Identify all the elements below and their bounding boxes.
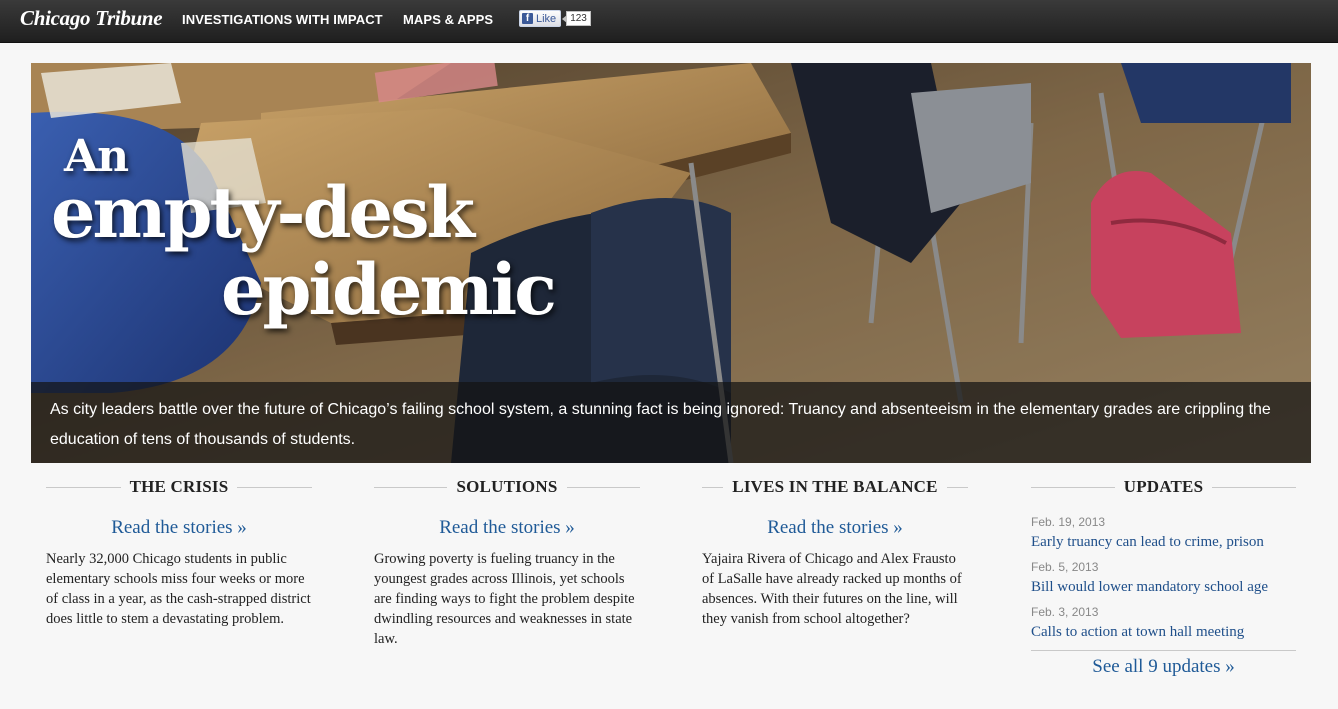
nav-link-investigations[interactable]: INVESTIGATIONS WITH IMPACT: [182, 12, 383, 27]
update-date: Feb. 3, 2013: [1031, 605, 1099, 619]
section-title: LIVES IN THE BALANCE: [723, 477, 947, 496]
section-title: UPDATES: [1114, 477, 1213, 496]
nav-link-maps-apps[interactable]: MAPS & APPS: [403, 12, 493, 27]
facebook-like-button[interactable]: f Like: [519, 10, 562, 27]
facebook-like-widget: f Like 123: [519, 10, 591, 27]
update-link[interactable]: Calls to action at town hall meeting: [1031, 623, 1296, 641]
read-stories-link[interactable]: Read the stories »: [374, 517, 640, 539]
section-lives-in-the-balance: LIVES IN THE BALANCE Read the stories » …: [702, 477, 968, 629]
see-all-updates-link[interactable]: See all 9 updates »: [1031, 656, 1296, 678]
update-date: Feb. 19, 2013: [1031, 515, 1106, 529]
update-link[interactable]: Early truancy can lead to crime, prison: [1031, 533, 1296, 551]
list-item: Feb. 5, 2013 Bill would lower mandatory …: [1031, 560, 1296, 596]
section-heading: SOLUTIONS: [374, 477, 640, 499]
list-item: Feb. 3, 2013 Calls to action at town hal…: [1031, 605, 1296, 641]
facebook-like-count: 123: [562, 11, 591, 26]
divider: [1031, 650, 1296, 651]
headline-line-2: empty-desk: [51, 171, 475, 254]
section-heading: UPDATES: [1031, 477, 1296, 499]
hero-headline: An empty-desk epidemic: [31, 63, 1311, 383]
section-description: Yajaira Rivera of Chicago and Alex Fraus…: [702, 551, 962, 627]
hero-caption: As city leaders battle over the future o…: [31, 382, 1311, 463]
hero-caption-text: As city leaders battle over the future o…: [50, 401, 1271, 448]
updates-list: Feb. 19, 2013 Early truancy can lead to …: [1031, 515, 1296, 641]
list-item: Feb. 19, 2013 Early truancy can lead to …: [1031, 515, 1296, 551]
hero-banner: An empty-desk epidemic As city leaders b…: [31, 63, 1311, 463]
read-stories-link[interactable]: Read the stories »: [46, 517, 312, 539]
update-date: Feb. 5, 2013: [1031, 560, 1099, 574]
facebook-like-label: Like: [536, 12, 557, 25]
section-updates: UPDATES Feb. 19, 2013 Early truancy can …: [1031, 477, 1296, 678]
section-title: THE CRISIS: [120, 477, 238, 496]
facebook-icon: f: [522, 13, 533, 24]
site-logo[interactable]: Chicago Tribune: [20, 6, 163, 31]
section-description: Nearly 32,000 Chicago students in public…: [46, 551, 311, 627]
top-navigation-bar: Chicago Tribune INVESTIGATIONS WITH IMPA…: [0, 0, 1338, 43]
read-stories-link[interactable]: Read the stories »: [702, 517, 968, 539]
section-heading: THE CRISIS: [46, 477, 312, 499]
section-solutions: SOLUTIONS Read the stories » Growing pov…: [374, 477, 640, 649]
section-description: Growing poverty is fueling truancy in th…: [374, 551, 635, 647]
section-heading: LIVES IN THE BALANCE: [702, 477, 968, 499]
headline-line-3: epidemic: [221, 248, 557, 331]
section-the-crisis: THE CRISIS Read the stories » Nearly 32,…: [46, 477, 312, 629]
update-link[interactable]: Bill would lower mandatory school age: [1031, 578, 1296, 596]
section-title: SOLUTIONS: [447, 477, 567, 496]
